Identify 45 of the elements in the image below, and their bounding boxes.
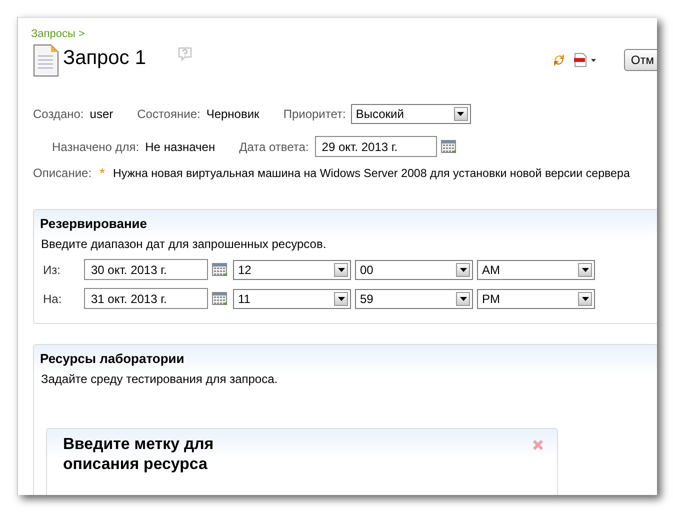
description-text: Нужна новая виртуальная машина на Widows Server 2008 для установки новой версии сервера: [113, 166, 630, 180]
range-label: Из:: [42, 262, 62, 276]
caret-icon: [582, 268, 588, 272]
due-date-field[interactable]: 29 окт. 2013 г.: [314, 136, 437, 157]
caret-icon: [338, 296, 344, 300]
caret-icon: [582, 296, 588, 300]
pdf-icon[interactable]: [574, 53, 596, 67]
priority-select[interactable]: Высокий: [350, 104, 471, 124]
period-select[interactable]: AM: [477, 260, 595, 280]
calendar-icon[interactable]: [212, 262, 228, 277]
document-icon: [33, 44, 59, 78]
state-label: Состояние:: [137, 107, 200, 121]
created-value: user: [90, 107, 114, 121]
priority-label: Приоритет:: [283, 107, 346, 121]
hour-select[interactable]: 11: [233, 288, 351, 308]
date-field[interactable]: 31 окт. 2013 г.: [84, 288, 208, 309]
description-label: Описание:: [33, 166, 92, 180]
assigned-value: Не назначен: [145, 140, 216, 154]
calendar-icon[interactable]: [212, 291, 228, 306]
calendar-icon[interactable]: [440, 139, 457, 154]
close-icon[interactable]: [532, 439, 544, 451]
minute-select[interactable]: 59: [355, 288, 473, 308]
section-title: Ресурсы лаборатории: [40, 351, 186, 366]
state-value: Черновик: [206, 107, 260, 121]
section-hint: Введите диапазон дат для запрошенных ресурсов.: [41, 237, 328, 251]
help-icon[interactable]: [178, 47, 192, 61]
hour-select[interactable]: 12: [233, 260, 351, 280]
caret-icon: [338, 268, 344, 272]
cancel-button[interactable]: Отм: [624, 49, 657, 71]
refresh-icon[interactable]: [552, 53, 566, 67]
assigned-label: Назначено для:: [52, 140, 140, 154]
minute-select[interactable]: 00: [355, 260, 473, 280]
date-field[interactable]: 30 окт. 2013 г.: [84, 259, 208, 280]
created-label: Создано:: [33, 107, 84, 121]
period-select[interactable]: PM: [477, 288, 595, 308]
caret-icon: [460, 296, 466, 300]
due-date-label: Дата ответа:: [239, 140, 309, 154]
card-title: Введите метку для описания ресурса: [63, 435, 215, 475]
caret-icon: [457, 112, 464, 116]
range-label: На:: [42, 292, 63, 306]
section-hint: Задайте среду тестирования для запроса.: [41, 372, 279, 386]
section-title: Резервирование: [40, 216, 148, 231]
caret-icon: [460, 268, 466, 272]
page-title: Запрос 1: [63, 47, 146, 70]
required-mark: *: [100, 165, 105, 181]
